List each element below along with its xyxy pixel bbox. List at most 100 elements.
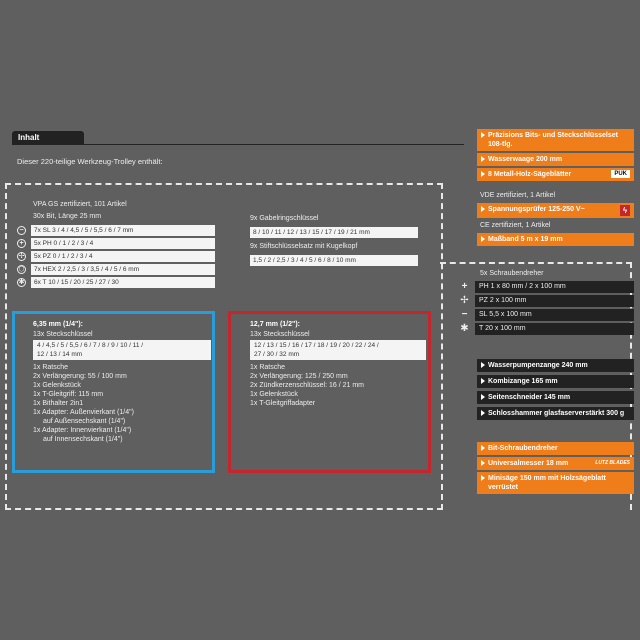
screw-list: + PH 1 x 80 mm / 2 x 100 mm ✢ PZ 2 x 100… xyxy=(460,281,634,335)
feature-text: Minisäge 150 mm mit Holzsägeblatt verrüs… xyxy=(488,475,606,491)
chevron-right-icon xyxy=(481,236,485,242)
screw-row: − SL 5,5 x 100 mm xyxy=(460,309,634,321)
chevron-right-icon xyxy=(481,378,485,384)
bit-row-text: 5x PH 0 / 1 / 2 / 3 / 4 xyxy=(31,238,215,249)
feature-text: Wasserwaage 200 mm xyxy=(488,156,563,163)
stift-title: 9x Stiftschlüsselsatz mit Kugelkopf xyxy=(250,243,358,250)
phillips-icon: + xyxy=(461,281,468,292)
screw-row-text: T 20 x 100 mm xyxy=(475,323,634,335)
bit-row: ✢ 5x PZ 0 / 1 / 2 / 3 / 4 xyxy=(17,251,215,262)
feature-item: Kombizange 165 mm xyxy=(477,375,634,388)
chevron-right-icon xyxy=(481,132,485,138)
quarter-inch-sizes: 4 / 4,5 / 5 / 5,5 / 6 / 7 / 8 / 9 / 10 /… xyxy=(33,340,211,360)
bit-row-text: 5x PZ 0 / 1 / 2 / 3 / 4 xyxy=(31,251,215,262)
list-item: 1x T-Gleitgriffadapter xyxy=(250,400,316,407)
puk-logo: PUK xyxy=(611,170,630,178)
feature-item: Wasserwaage 200 mm xyxy=(477,153,634,166)
feature-text: Präzisions Bits- und Steckschlüsselset 1… xyxy=(488,132,618,148)
list-item: 1x Adapter: Außenvierkant (1/4") xyxy=(33,409,134,416)
feature-item: Präzisions Bits- und Steckschlüsselset 1… xyxy=(477,129,634,151)
bit-row: ⬡ 7x HEX 2 / 2,5 / 3 / 3,5 / 4 / 5 / 6 m… xyxy=(17,264,215,275)
ce-title: CE zertifiziert, 1 Artikel xyxy=(480,222,551,229)
feature-item: Wasserpumpenzange 240 mm xyxy=(477,359,634,372)
half-inch-sub: 13x Steckschlüssel xyxy=(250,331,310,338)
list-item: 1x Gelenkstück xyxy=(250,391,298,398)
sizes-line: 12 / 13 / 15 / 16 / 17 / 18 / 19 / 20 / … xyxy=(254,342,379,349)
list-item: 1x Gelenkstück xyxy=(33,382,81,389)
sizes-line: 27 / 30 / 32 mm xyxy=(254,351,300,358)
chevron-right-icon xyxy=(481,445,485,451)
slot-icon: − xyxy=(461,309,468,320)
quarter-inch-items: 1x Ratsche 2x Verlängerung: 55 / 100 mm … xyxy=(33,363,211,444)
feature-text: Kombizange 165 mm xyxy=(488,378,558,385)
bit-row-text: 7x HEX 2 / 2,5 / 3 / 3,5 / 4 / 5 / 6 mm xyxy=(31,264,215,275)
intro-text: Dieser 220-teilige Werkzeug-Trolley enth… xyxy=(17,157,163,166)
screw-row: ✢ PZ 2 x 100 mm xyxy=(460,295,634,307)
half-inch-title: 12,7 mm (1/2"): xyxy=(250,321,301,328)
lutz-logo: LUTZ BLADES xyxy=(595,460,630,466)
list-item: 2x Verlängerung: 55 / 100 mm xyxy=(33,373,127,380)
feature-item: 8 Metall-Holz-Sägeblätter PUK xyxy=(477,168,634,181)
black-group: Wasserpumpenzange 240 mm Kombizange 165 … xyxy=(477,359,634,420)
pozidriv-icon: ✢ xyxy=(17,252,26,261)
half-inch-content: 12,7 mm (1/2"): 13x Steckschlüssel 12 / … xyxy=(250,321,426,408)
feature-item: Seitenschneider 145 mm xyxy=(477,391,634,404)
phillips-icon: + xyxy=(17,239,26,248)
feature-item: Minisäge 150 mm mit Holzsägeblatt verrüs… xyxy=(477,472,634,494)
sizes-line: 4 / 4,5 / 5 / 5,5 / 6 / 7 / 8 / 9 / 10 /… xyxy=(37,342,144,349)
quarter-inch-title: 6,35 mm (1/4"): xyxy=(33,321,84,328)
chevron-right-icon xyxy=(481,394,485,400)
chevron-right-icon xyxy=(481,362,485,368)
section-tab-inhalt: Inhalt xyxy=(12,131,84,145)
list-item: 1x T-Gleitgriff: 115 mm xyxy=(33,391,104,398)
feature-text: Wasserpumpenzange 240 mm xyxy=(488,362,588,369)
feature-text: 8 Metall-Holz-Sägeblätter xyxy=(488,171,572,178)
screw-row-text: SL 5,5 x 100 mm xyxy=(475,309,634,321)
feature-text: Spannungsprüfer 125-250 V~ xyxy=(488,206,585,213)
vde-title: VDE zertifiziert, 1 Artikel xyxy=(480,192,556,199)
hex-icon: ⬡ xyxy=(17,265,26,274)
chevron-right-icon xyxy=(481,206,485,212)
slot-icon: − xyxy=(17,226,26,235)
list-item: 1x Ratsche xyxy=(33,364,69,371)
section-divider xyxy=(12,144,464,145)
screw-row-text: PH 1 x 80 mm / 2 x 100 mm xyxy=(475,281,634,293)
gabel-values: 8 / 10 / 11 / 12 / 13 / 15 / 17 / 19 / 2… xyxy=(250,227,418,238)
bit-row-text: 6x T 10 / 15 / 20 / 25 / 27 / 30 xyxy=(31,277,215,288)
gabel-title: 9x Gabelringschlüssel xyxy=(250,215,319,222)
orange-group-bottom: Bit-Schraubendreher Universalmesser 18 m… xyxy=(477,442,634,494)
list-item: 2x Verlängerung: 125 / 250 mm xyxy=(250,373,348,380)
feature-item: Schlosshammer glasfaserverstärkt 300 g xyxy=(477,407,634,420)
list-item: 1x Adapter: Innenvierkant (1/4") xyxy=(33,427,132,434)
chevron-right-icon xyxy=(481,156,485,162)
list-item: 1x Bithalter 2in1 xyxy=(33,400,84,407)
list-item: auf Außensechskant (1/4") xyxy=(43,418,126,425)
feature-text: Schlosshammer glasfaserverstärkt 300 g xyxy=(488,410,625,417)
sizes-line: 12 / 13 / 14 mm xyxy=(37,351,83,358)
torx-icon: ✱ xyxy=(460,323,469,334)
bit-row: ✱ 6x T 10 / 15 / 20 / 25 / 27 / 30 xyxy=(17,277,215,288)
stift-values: 1,5 / 2 / 2,5 / 3 / 4 / 5 / 6 / 8 / 10 m… xyxy=(250,255,418,266)
feature-item: Bit-Schraubendreher xyxy=(477,442,634,455)
bits-list: − 7x SL 3 / 4 / 4,5 / 5 / 5,5 / 6 / 7 mm… xyxy=(17,225,215,288)
chevron-right-icon xyxy=(481,460,485,466)
bits-title: 30x Bit, Länge 25 mm xyxy=(33,213,102,220)
screw-row: + PH 1 x 80 mm / 2 x 100 mm xyxy=(460,281,634,293)
quarter-inch-sub: 13x Steckschlüssel xyxy=(33,331,93,338)
quarter-inch-content: 6,35 mm (1/4"): 13x Steckschlüssel 4 / 4… xyxy=(33,321,211,444)
screw-row-text: PZ 2 x 100 mm xyxy=(475,295,634,307)
feature-text: Bit-Schraubendreher xyxy=(488,445,558,452)
pozidriv-icon: ✢ xyxy=(460,295,469,306)
bit-row: − 7x SL 3 / 4 / 4,5 / 5 / 5,5 / 6 / 7 mm xyxy=(17,225,215,236)
list-item: 2x Zündkerzenschlüssel: 16 / 21 mm xyxy=(250,382,364,389)
ce-item: Maßband 5 m x 19 mm xyxy=(477,233,634,246)
bit-row: + 5x PH 0 / 1 / 2 / 3 / 4 xyxy=(17,238,215,249)
torx-icon: ✱ xyxy=(17,278,26,287)
screw-title: 5x Schraubendreher xyxy=(480,270,544,277)
list-item: 1x Ratsche xyxy=(250,364,286,371)
chevron-right-icon xyxy=(481,171,485,177)
feature-text: Seitenschneider 145 mm xyxy=(488,394,571,401)
feature-text: Maßband 5 m x 19 mm xyxy=(488,236,563,243)
feature-text: Universalmesser 18 mm xyxy=(488,460,569,467)
half-inch-items: 1x Ratsche 2x Verlängerung: 125 / 250 mm… xyxy=(250,363,426,408)
